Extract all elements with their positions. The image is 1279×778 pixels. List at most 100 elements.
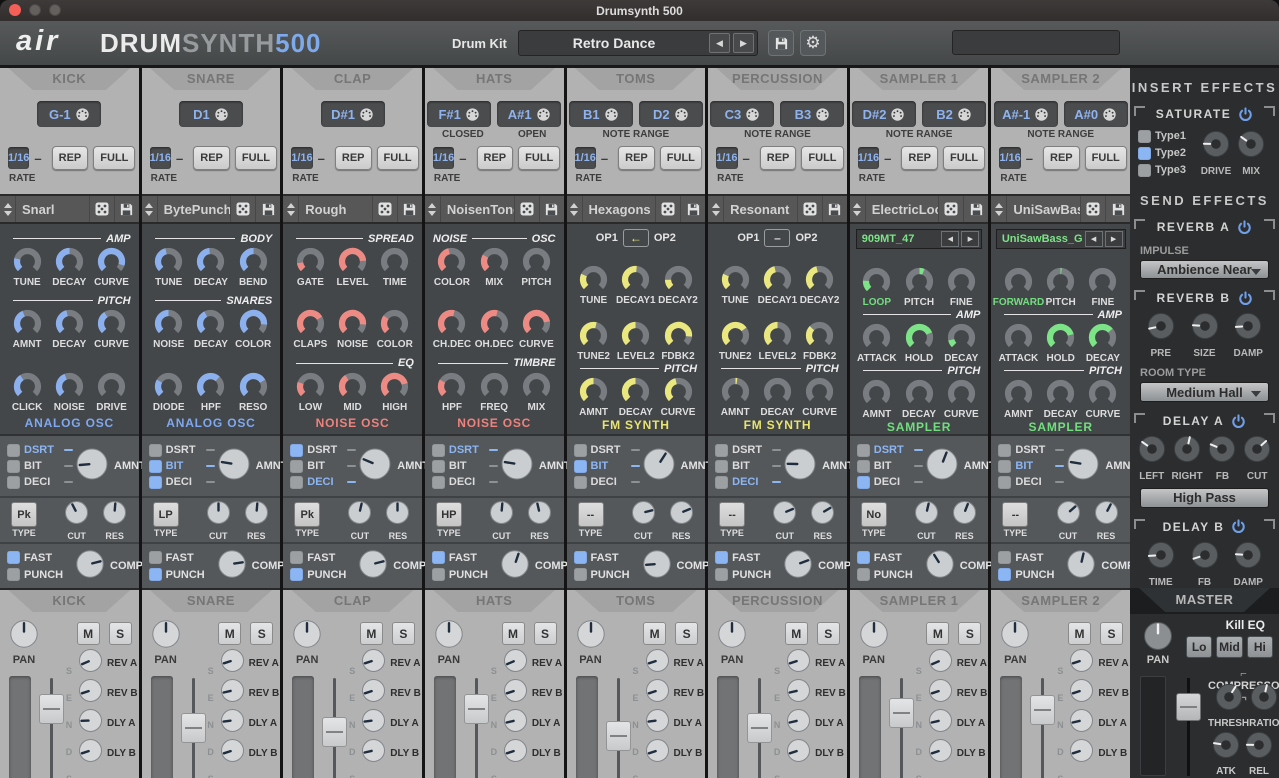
rate-value[interactable]: 1/16 [150,147,171,169]
rate-value[interactable]: 1/16 [999,147,1020,169]
master-pan-knob[interactable] [1142,620,1174,657]
sample-selector[interactable]: UniSawBass_G◀▶ [997,229,1124,249]
hpf-knob[interactable]: HPF [431,370,473,413]
amnt-knob[interactable]: AMNT [6,307,48,350]
rev-a-send-knob[interactable]: REV A [220,648,280,678]
dsrt-checkbox[interactable] [149,444,162,457]
repeat-button[interactable]: REP [52,146,89,170]
bend-knob[interactable]: BEND [232,245,274,288]
mute-button[interactable]: M [926,622,949,645]
curve-knob[interactable]: CURVE [1082,377,1124,420]
randomize-dice-icon[interactable] [230,196,255,222]
punch-checkbox[interactable] [149,568,162,581]
amnt-knob[interactable]: AMNT [997,377,1039,420]
rev-b-send-knob[interactable]: REV B [786,678,846,708]
decay-knob[interactable]: DECAY [48,307,90,350]
fast-checkbox[interactable] [574,551,587,564]
noise-knob[interactable]: NOISE [48,370,90,413]
res-knob[interactable]: RES [99,500,131,541]
dly-a-send-knob[interactable]: DLY A [786,708,846,738]
comp-knob[interactable]: COMP [783,549,851,584]
rev-b-send-knob[interactable]: REV B [503,678,563,708]
decay2-knob[interactable]: DECAY2 [799,263,841,306]
op-link-button[interactable]: – [764,229,790,247]
click-knob[interactable]: CLICK [6,370,48,413]
fdbk2-knob[interactable]: FDBK2 [657,319,699,362]
fine-knob[interactable]: FINE [940,265,982,308]
comp-knob[interactable]: COMP [217,549,285,584]
attack-knob[interactable]: ATTACK [997,321,1039,364]
dsrt-checkbox[interactable] [432,444,445,457]
note-select-c3[interactable]: C3 [710,101,774,127]
drive-knob[interactable]: DRIVE [90,370,132,413]
sample-next-button[interactable]: ▶ [1105,231,1123,247]
amnt-knob[interactable]: AMNT [856,377,898,420]
filter-type-button[interactable]: -- [1002,502,1028,527]
rev-b-send-knob[interactable]: REV B [1069,678,1129,708]
bit-checkbox[interactable] [290,460,303,473]
dly-b-send-knob[interactable]: DLY B [928,738,988,768]
rev-a-send-knob[interactable]: REV A [503,648,563,678]
mix-knob[interactable]: MIX [515,370,557,413]
color-knob[interactable]: COLOR [374,307,416,350]
comp-knob[interactable]: COMP [358,549,426,584]
hpf-knob[interactable]: HPF [190,370,232,413]
cut-knob[interactable]: CUT [344,500,376,541]
note-select-d-2[interactable]: D#2 [852,101,916,127]
kill-eq-hi-button[interactable]: Hi [1247,636,1273,658]
tune2-knob[interactable]: TUNE2 [714,319,756,362]
delay-b-power-button[interactable] [1231,519,1246,534]
minimize-window-button[interactable] [29,4,41,16]
pitch-knob[interactable]: PITCH [1040,265,1082,308]
left-knob[interactable]: LEFT [1137,434,1167,482]
fb-knob[interactable]: FB [1207,434,1237,482]
cut-knob[interactable]: CUT [1242,434,1272,482]
punch-checkbox[interactable] [715,568,728,581]
volume-fader[interactable] [39,694,64,724]
mute-button[interactable]: M [77,622,100,645]
preset-spinner[interactable] [567,196,583,222]
full-button[interactable]: FULL [943,146,985,170]
punch-checkbox[interactable] [574,568,587,581]
cut-knob[interactable]: CUT [486,500,518,541]
note-select-b1[interactable]: B1 [569,101,633,127]
repeat-button[interactable]: REP [335,146,372,170]
save-preset-icon[interactable] [1105,196,1130,222]
filter-type-button[interactable]: No [861,502,887,527]
dist-amount-knob[interactable] [1066,447,1100,486]
rev-a-send-knob[interactable]: REV A [1069,648,1129,678]
curve-knob[interactable]: CURVE [799,375,841,418]
dly-b-send-knob[interactable]: DLY B [645,738,705,768]
solo-button[interactable]: S [109,622,132,645]
comp-knob[interactable]: COMP [75,549,143,584]
dist-amount-knob[interactable] [642,447,676,486]
drive-knob[interactable]: DRIVE [1201,129,1232,177]
res-knob[interactable]: RES [948,500,980,541]
rev-b-send-knob[interactable]: REV B [78,678,138,708]
pan-knob[interactable] [576,619,606,654]
punch-checkbox[interactable] [998,568,1011,581]
bit-checkbox[interactable] [149,460,162,473]
rate-value[interactable]: 1/16 [8,147,29,169]
high-knob[interactable]: HIGH [374,370,416,413]
impulse-select[interactable]: Ambience Near [1140,260,1269,279]
forward-knob[interactable]: FORWARD [997,265,1039,308]
rate-value[interactable]: 1/16 [291,147,312,169]
dly-a-send-knob[interactable]: DLY A [503,708,563,738]
deci-checkbox[interactable] [149,476,162,489]
claps-knob[interactable]: CLAPS [289,307,331,350]
tune-knob[interactable]: TUNE [6,245,48,288]
bit-checkbox[interactable] [857,460,870,473]
dsrt-checkbox[interactable] [290,444,303,457]
decay-knob[interactable]: DECAY [940,321,982,364]
dsrt-checkbox[interactable] [7,444,20,457]
comp-knob[interactable]: COMP [642,549,710,584]
pan-knob[interactable] [434,619,464,654]
note-select-d-1[interactable]: D#1 [321,101,385,127]
dsrt-checkbox[interactable] [998,444,1011,457]
save-preset-icon[interactable] [680,196,705,222]
reverb-b-power-button[interactable] [1238,291,1253,306]
preset-name[interactable]: Hexagons [583,202,656,217]
amnt-knob[interactable]: AMNT [714,375,756,418]
pan-knob[interactable] [9,619,39,654]
